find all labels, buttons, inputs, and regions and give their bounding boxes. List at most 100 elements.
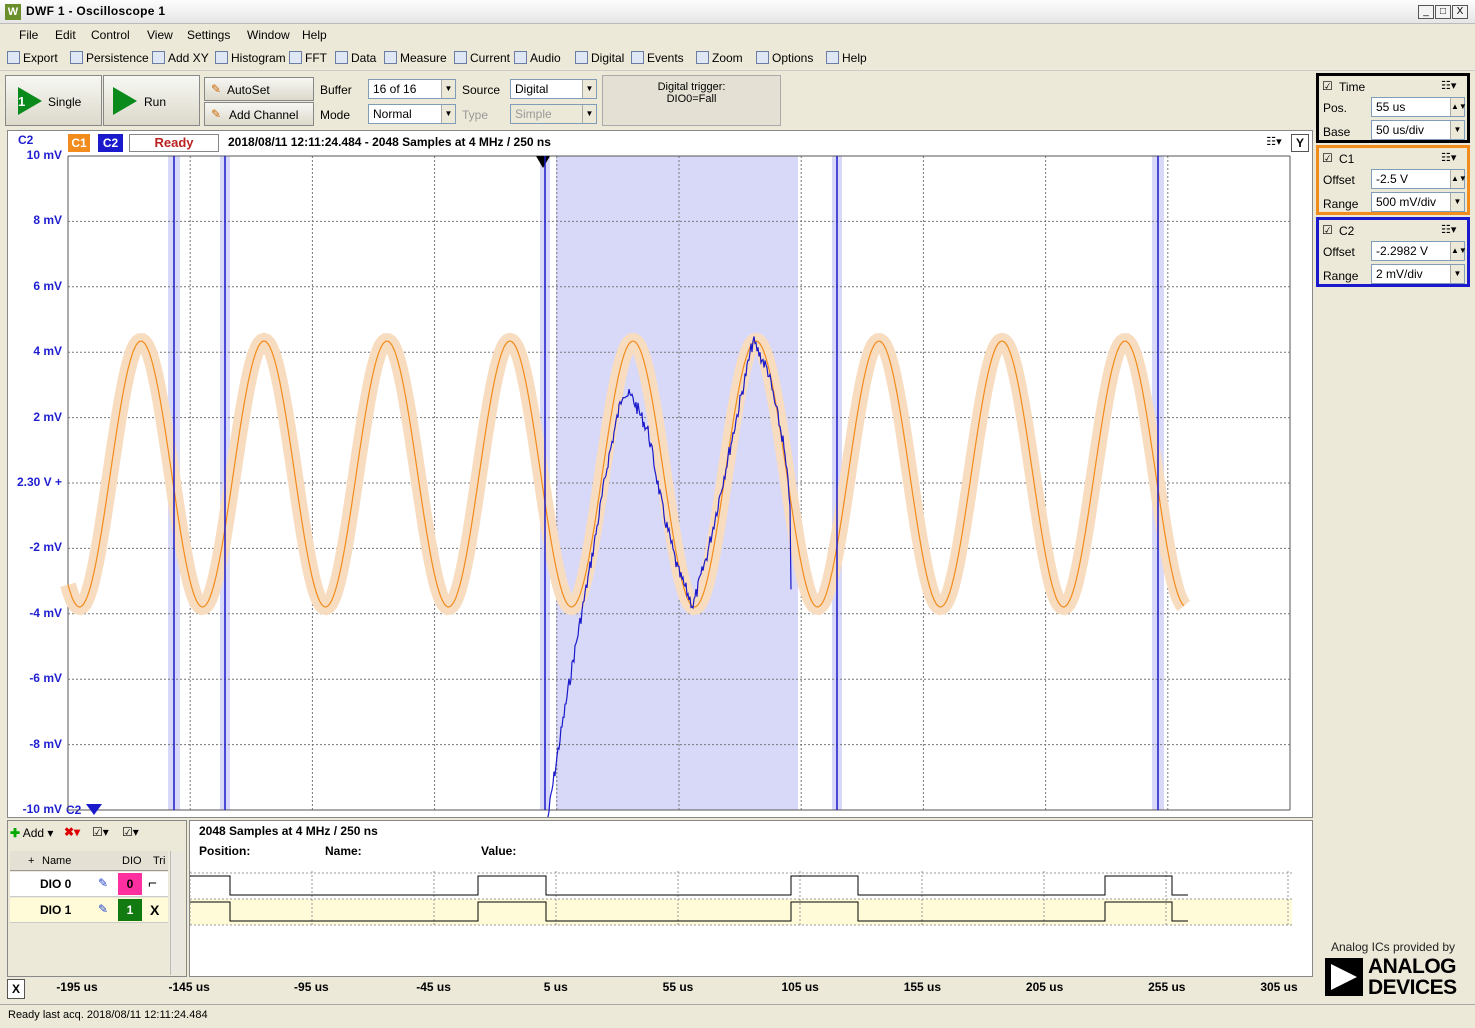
add-signal-button[interactable]: ✚ Add ▾ [10, 826, 53, 840]
chevron-down-icon: ▼ [1450, 121, 1464, 139]
data-icon [335, 51, 348, 64]
histogram-button[interactable]: Histogram [215, 51, 286, 65]
menu-edit[interactable]: Edit [55, 28, 76, 42]
c1-options-icon[interactable]: ☷▾ [1441, 151, 1456, 164]
logo-text: ANALOG DEVICES [1368, 955, 1457, 999]
c2-panel: ☑ C2 ☷▾ Offset -2.2982 V ▲▼ Range 2 mV/di… [1316, 217, 1470, 287]
current-icon [454, 51, 467, 64]
c1-offset-field[interactable]: -2.5 V ▲▼ [1371, 169, 1467, 189]
c1-checkbox[interactable]: ☑ [1322, 151, 1333, 165]
data-button[interactable]: Data [335, 51, 376, 65]
c2-offset-field[interactable]: -2.2982 V ▲▼ [1371, 241, 1467, 261]
close-button[interactable]: X [1452, 5, 1468, 19]
c2-label: C2 [1339, 224, 1355, 238]
list-item-dio0[interactable]: DIO 0 ✎ 0 ⌐ [10, 872, 168, 897]
maximize-button[interactable]: □ [1435, 5, 1451, 19]
y-tick-label: 2.30 V + [16, 475, 62, 489]
menu-view[interactable]: View [147, 28, 173, 42]
pencil-icon[interactable]: ✎ [98, 902, 108, 916]
zoom-button[interactable]: Zoom [696, 51, 743, 65]
c1-range-field[interactable]: 500 mV/div ▼ [1371, 192, 1465, 212]
current-button[interactable]: Current [454, 51, 510, 65]
fft-button[interactable]: FFT [289, 51, 327, 65]
digital-waveform-panel: 2048 Samples at 4 MHz / 250 ns Position:… [189, 820, 1313, 977]
help-button[interactable]: Help [826, 51, 867, 65]
measure-button[interactable]: Measure [384, 51, 447, 65]
audio-icon [514, 51, 527, 64]
export-button[interactable]: Export [7, 51, 58, 65]
add-channel-button[interactable]: ✎ Add Channel [204, 102, 314, 126]
y-tick-label: 8 mV [33, 213, 62, 228]
source-label: Source [462, 83, 501, 97]
scope-svg [60, 155, 1291, 817]
x-tick-label: 55 us [662, 980, 694, 994]
scrollbar[interactable] [170, 851, 184, 975]
list-item-dio1[interactable]: DIO 1 ✎ 1 X [10, 898, 168, 923]
remove-icon[interactable]: ✖▾ [64, 825, 80, 839]
x-tick-label: 5 us [543, 980, 568, 994]
y-tick-label: -10 mV [22, 802, 62, 816]
add-xy-button[interactable]: Add XY [152, 51, 209, 65]
window-title: DWF 1 - Oscilloscope 1 [26, 4, 166, 18]
digital-button[interactable]: Digital [575, 51, 624, 65]
type-select[interactable]: Simple ▼ [510, 104, 597, 124]
events-button[interactable]: Events [631, 51, 684, 65]
menu-window[interactable]: Window [247, 28, 290, 42]
pos-label: Pos. [1323, 101, 1348, 115]
digital-channel-list: ✚ Add ▾ ✖▾ ☑▾ ☑▾ + Name DIO Tri DIO 0 ✎ … [7, 820, 187, 977]
c1-offset-label: Offset [1323, 173, 1355, 187]
time-options-icon[interactable]: ☷▾ [1441, 79, 1456, 92]
minimize-button[interactable]: _ [1418, 5, 1434, 19]
source-select[interactable]: Digital ▼ [510, 79, 597, 99]
wand-icon: ✎ [211, 82, 222, 96]
base-field[interactable]: 50 us/div ▼ [1371, 120, 1465, 140]
measure-icon [384, 51, 397, 64]
base-label: Base [1323, 125, 1351, 139]
options-icon [756, 51, 769, 64]
settings-icon[interactable]: ☑▾ [122, 825, 139, 839]
run-button[interactable]: Run [103, 75, 200, 126]
options-button[interactable]: Options [756, 51, 813, 65]
menu-control[interactable]: Control [91, 28, 130, 42]
zoom-icon [696, 51, 709, 64]
chevron-down-icon: ▼ [1450, 265, 1464, 283]
y-tick-label: 4 mV [33, 344, 62, 359]
trigger-summary[interactable]: Digital trigger: DIO0=Fall [602, 75, 781, 126]
time-checkbox[interactable]: ☑ [1322, 79, 1333, 93]
type-label: Type [462, 108, 489, 122]
ignore-trigger-icon[interactable]: X [150, 902, 159, 918]
y-tick-label: -8 mV [29, 736, 62, 751]
single-button[interactable]: 1 Single [5, 75, 102, 126]
pos-field[interactable]: 55 us ▲▼ [1371, 97, 1467, 117]
buffer-select[interactable]: 16 of 16 ▼ [368, 79, 456, 99]
xy-icon [152, 51, 165, 64]
pencil-icon[interactable]: ✎ [98, 876, 108, 890]
mode-select[interactable]: Normal ▼ [368, 104, 456, 124]
autoset-button[interactable]: ✎ AutoSet [204, 77, 314, 101]
x-tick-label: -45 us [416, 980, 451, 994]
events-icon [631, 51, 644, 64]
histogram-icon [215, 51, 228, 64]
c2-range-label: Range [1323, 269, 1359, 283]
c2-checkbox[interactable]: ☑ [1322, 223, 1333, 237]
menu-help[interactable]: Help [302, 28, 327, 42]
buffer-label: Buffer [320, 83, 352, 97]
y-tick-label: -6 mV [29, 671, 62, 686]
menu-settings[interactable]: Settings [187, 28, 230, 42]
fft-icon [289, 51, 302, 64]
c2-range-field[interactable]: 2 mV/div ▼ [1371, 264, 1465, 284]
export-icon [7, 51, 20, 64]
oscilloscope-plot[interactable]: C2 C1 C2 Ready 2018/08/11 12:11:24.484 -… [7, 130, 1313, 818]
logo-caption: Analog ICs provided by [1330, 940, 1456, 954]
c2-offset-label: Offset [1323, 245, 1355, 259]
audio-button[interactable]: Audio [514, 51, 561, 65]
close-x-button[interactable]: X [7, 979, 25, 999]
edit-icon[interactable]: ☑▾ [92, 825, 109, 839]
menu-file[interactable]: File [19, 28, 38, 42]
persistence-button[interactable]: Persistence [70, 51, 149, 65]
time-panel: ☑ Time ☷▾ Pos. 55 us ▲▼ Base 50 us/div ▼ [1316, 73, 1470, 143]
app-icon: W [5, 4, 21, 20]
chevron-down-icon: ▼ [1450, 193, 1464, 211]
c2-options-icon[interactable]: ☷▾ [1441, 223, 1456, 236]
fall-trigger-icon[interactable]: ⌐ [148, 875, 157, 892]
